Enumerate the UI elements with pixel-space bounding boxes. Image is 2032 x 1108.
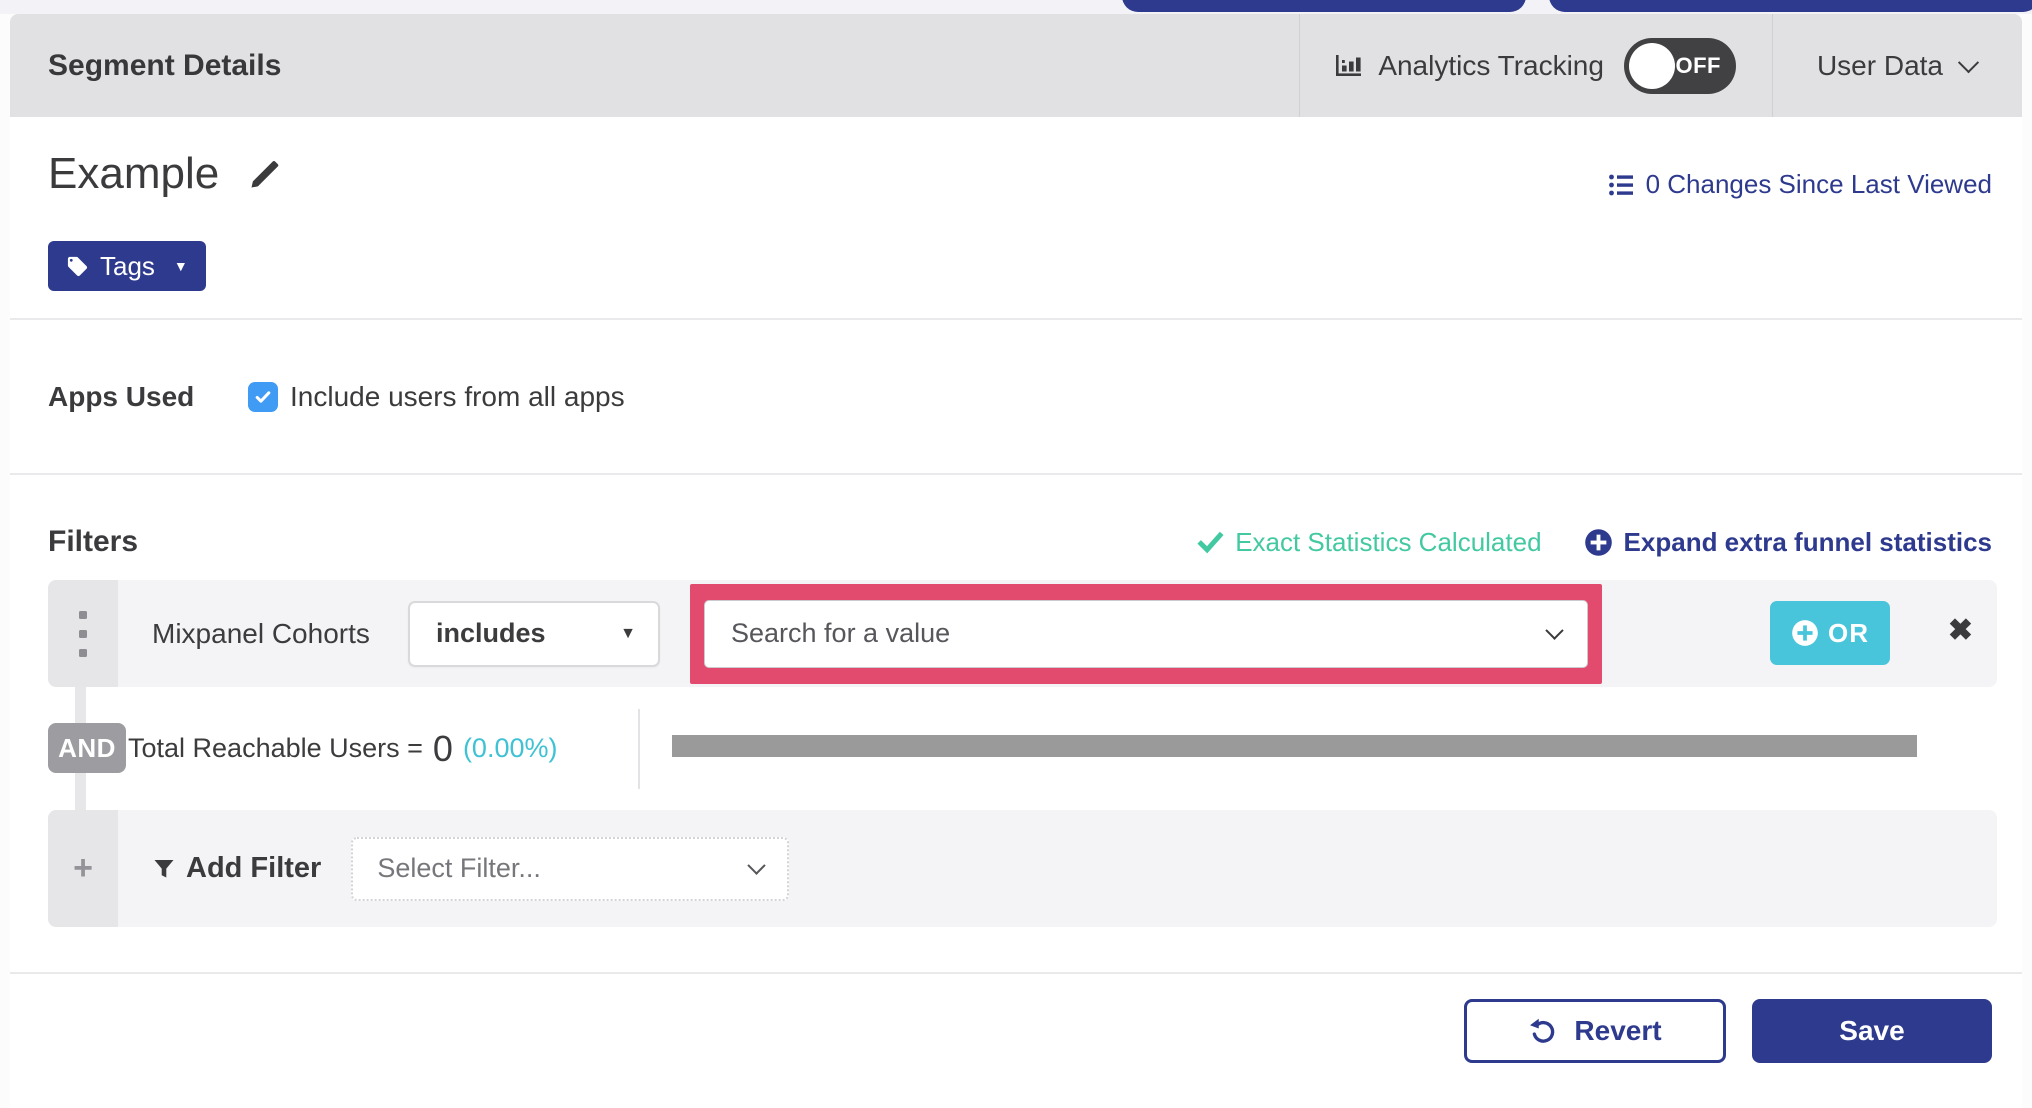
- bar-chart-icon: [1332, 50, 1364, 82]
- total-reachable-users: Total Reachable Users = 0 (0.00%): [128, 687, 557, 810]
- value-search-select[interactable]: Search for a value: [704, 599, 1588, 668]
- revert-button[interactable]: Revert: [1464, 999, 1726, 1063]
- expand-funnel-statistics-label: Expand extra funnel statistics: [1623, 527, 1992, 557]
- value-select-placeholder: Search for a value: [731, 618, 951, 648]
- plus-circle-icon: [1792, 620, 1818, 646]
- caret-down-icon: ▼: [173, 258, 188, 274]
- user-data-dropdown[interactable]: User Data: [1771, 14, 2022, 117]
- card-header-bar: Segment Details Analytics Tracking OFF U…: [10, 14, 2022, 117]
- select-filter-placeholder: Select Filter...: [377, 853, 541, 883]
- checkmark-icon: [255, 390, 271, 403]
- analytics-tracking-group: Analytics Tracking OFF: [1299, 14, 1772, 117]
- add-filter-row: + Add Filter Select Filter...: [48, 810, 1997, 927]
- expand-funnel-statistics-link[interactable]: Expand extra funnel statistics: [1584, 527, 1992, 558]
- segment-name-row: Example: [48, 149, 283, 199]
- reachable-users-percent: (0.00%): [462, 733, 558, 763]
- chevron-down-icon: [747, 856, 767, 875]
- include-all-apps-label: Include users from all apps: [290, 380, 625, 412]
- add-filter-label-group: Add Filter: [152, 852, 321, 885]
- segment-title-section: Example 0 Changes Since Last Viewed Tags…: [10, 117, 2022, 320]
- filters-title: Filters: [48, 525, 139, 558]
- add-filter-row-body: Add Filter Select Filter...: [118, 810, 1997, 927]
- changes-since-last-viewed-link[interactable]: 0 Changes Since Last Viewed: [1608, 169, 1992, 200]
- operator-select[interactable]: includes ▼: [408, 600, 660, 667]
- include-all-apps-checkbox[interactable]: [248, 381, 278, 412]
- remove-filter-close-icon[interactable]: ✖: [1948, 616, 1973, 646]
- plus-circle-icon: [1584, 529, 1612, 556]
- plus-icon: +: [73, 849, 93, 887]
- filter-field-label: Mixpanel Cohorts: [152, 617, 370, 649]
- segment-name: Example: [48, 149, 220, 198]
- page-title: Segment Details: [48, 48, 282, 82]
- reach-divider: [638, 709, 640, 789]
- tag-icon: [66, 255, 89, 278]
- exact-statistics-status: Exact Statistics Calculated: [1197, 527, 1542, 558]
- filters-section: Filters Exact Statistics Calculated Expa…: [10, 475, 2022, 972]
- reachable-users-text: Total Reachable Users =: [128, 733, 423, 763]
- filter-connector-section: AND Total Reachable Users = 0 (0.00%): [10, 687, 2022, 810]
- drag-dot-icon: [79, 629, 87, 638]
- funnel-icon: [154, 859, 174, 877]
- undo-icon: [1530, 1018, 1555, 1043]
- filters-status-links: Exact Statistics Calculated Expand extra…: [1197, 527, 1992, 558]
- add-or-condition-button[interactable]: OR: [1770, 601, 1890, 665]
- drag-dot-icon: [79, 648, 87, 657]
- analytics-tracking-label: Analytics Tracking: [1378, 49, 1604, 81]
- top-nav-button-left[interactable]: [1122, 0, 1526, 12]
- add-filter-label: Add Filter: [186, 852, 322, 884]
- save-button-label: Save: [1839, 1015, 1905, 1046]
- exact-statistics-label: Exact Statistics Calculated: [1235, 527, 1542, 557]
- drag-dot-icon: [79, 610, 87, 619]
- top-nav-button-right[interactable]: [1549, 0, 2032, 12]
- select-filter-dropdown[interactable]: Select Filter...: [351, 836, 790, 901]
- footer-buttons: Revert Save: [1464, 999, 1992, 1063]
- analytics-tracking-toggle[interactable]: OFF: [1623, 37, 1736, 94]
- filter-row: Mixpanel Cohorts includes ▼ Search for a…: [48, 580, 1997, 687]
- pencil-icon[interactable]: [247, 156, 283, 192]
- apps-used-label: Apps Used: [48, 380, 195, 412]
- and-badge: AND: [48, 723, 126, 773]
- chevron-down-icon: [1957, 52, 1980, 74]
- changes-link-label: 0 Changes Since Last Viewed: [1645, 169, 1992, 199]
- check-icon: [1197, 531, 1224, 554]
- save-button[interactable]: Save: [1752, 999, 1992, 1063]
- change-list-icon: [1608, 172, 1634, 198]
- reachable-users-value: 0: [432, 727, 453, 769]
- footer-actions: Revert Save: [10, 972, 2022, 1108]
- segment-details-page: Segment Details Analytics Tracking OFF U…: [0, 0, 2032, 1108]
- highlight-annotation: Search for a value: [690, 583, 1602, 684]
- user-data-label: User Data: [1816, 49, 1943, 81]
- operator-value: includes: [436, 618, 546, 648]
- apps-used-section: Apps Used Include users from all apps: [10, 320, 2022, 475]
- filter-row-body: Mixpanel Cohorts includes ▼ Search for a…: [118, 580, 1997, 687]
- reach-progress-bar: [672, 735, 1917, 757]
- segment-details-card: Segment Details Analytics Tracking OFF U…: [10, 14, 2022, 1108]
- add-filter-handle: +: [48, 810, 118, 927]
- toggle-knob: [1628, 42, 1675, 89]
- chevron-down-icon: [1545, 621, 1564, 640]
- drag-handle[interactable]: [48, 580, 118, 687]
- tags-button-label: Tags: [100, 250, 155, 281]
- or-button-label: OR: [1828, 617, 1869, 648]
- revert-button-label: Revert: [1574, 1015, 1662, 1046]
- tags-button[interactable]: Tags ▼: [48, 241, 206, 291]
- caret-down-icon: ▼: [620, 624, 636, 642]
- toggle-state-label: OFF: [1675, 52, 1721, 78]
